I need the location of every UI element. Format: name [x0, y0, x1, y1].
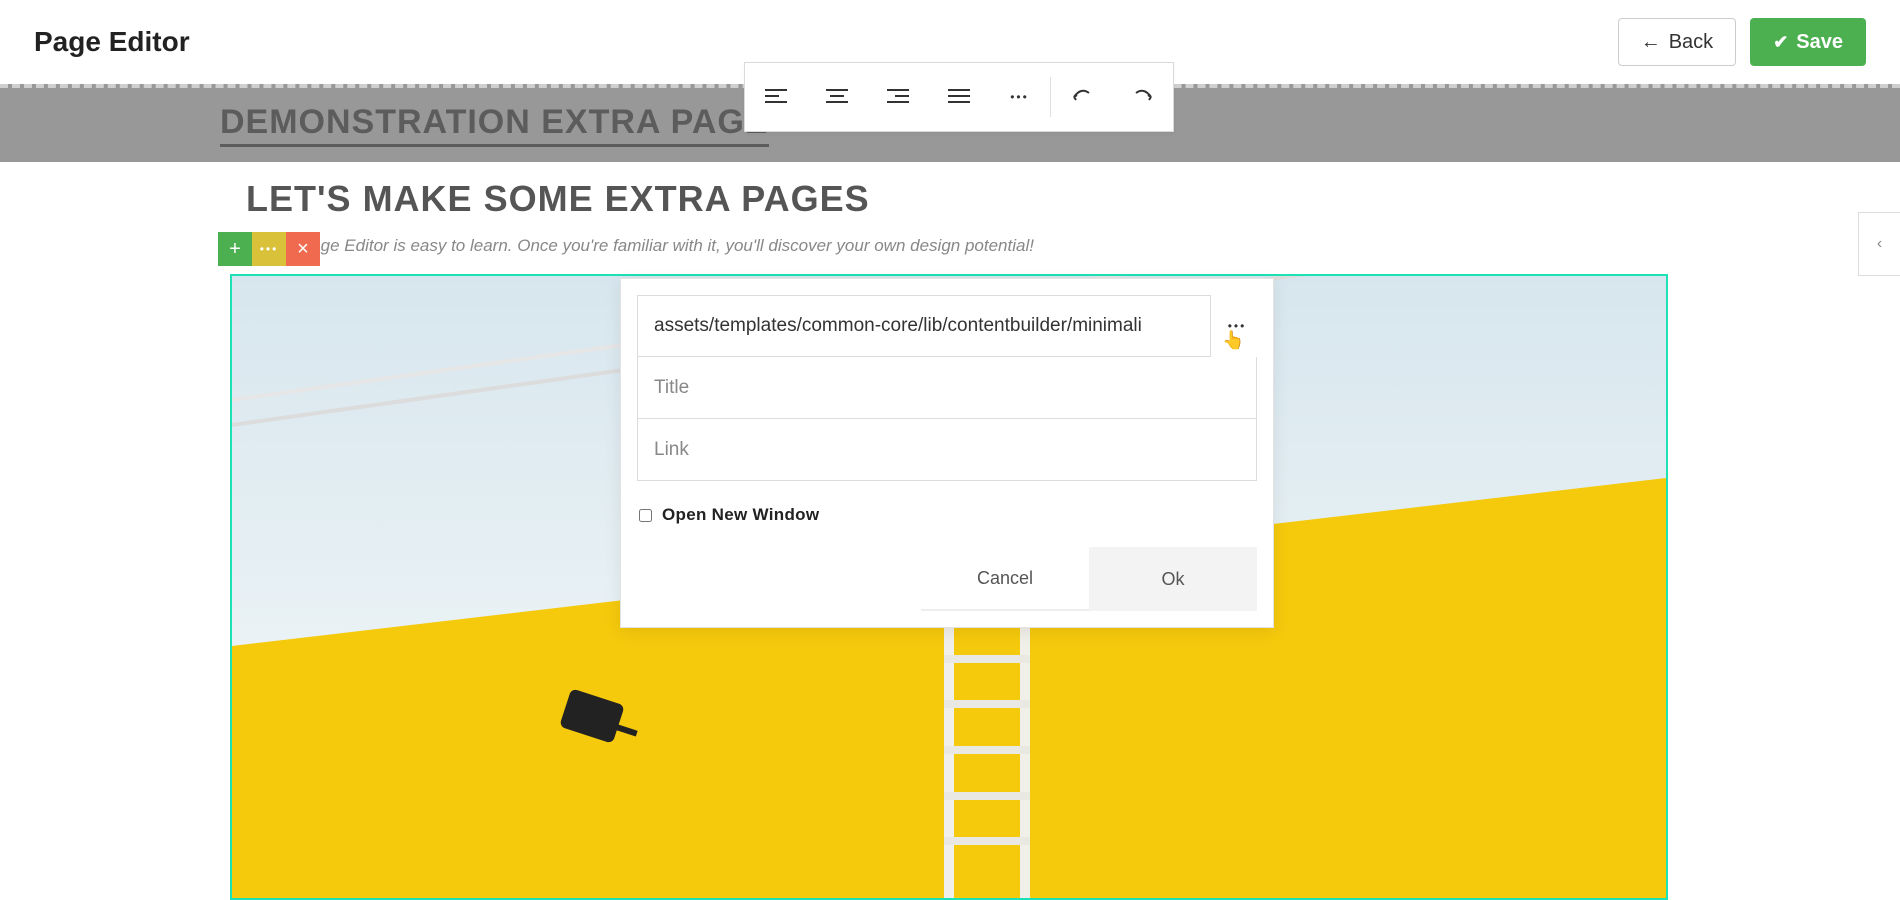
- toolbar-more-button[interactable]: •••: [989, 63, 1050, 131]
- align-justify-icon: [948, 88, 970, 106]
- side-panel-toggle[interactable]: ‹: [1858, 212, 1900, 276]
- cancel-button[interactable]: Cancel: [921, 547, 1089, 611]
- close-icon: ×: [297, 238, 309, 261]
- more-icon: •••: [1228, 319, 1247, 333]
- undo-button[interactable]: [1051, 63, 1112, 131]
- redo-button[interactable]: [1112, 63, 1173, 131]
- align-left-button[interactable]: [745, 63, 806, 131]
- page-title: Page Editor: [34, 26, 190, 58]
- arrow-left-icon: [1641, 31, 1661, 54]
- back-button[interactable]: Back: [1618, 18, 1736, 66]
- open-new-window-checkbox[interactable]: [639, 509, 652, 522]
- align-justify-button[interactable]: [928, 63, 989, 131]
- image-link-input[interactable]: [637, 419, 1257, 481]
- image-title-input[interactable]: [637, 357, 1257, 419]
- image-path-input[interactable]: [637, 295, 1211, 357]
- ok-button[interactable]: Ok: [1089, 547, 1257, 611]
- browse-more-button[interactable]: •••: [1217, 295, 1257, 357]
- section-heading[interactable]: LET'S MAKE SOME EXTRA PAGES: [246, 178, 1720, 220]
- save-button-label: Save: [1796, 31, 1843, 54]
- align-right-button[interactable]: [867, 63, 928, 131]
- align-center-icon: [826, 88, 848, 106]
- align-center-button[interactable]: [806, 63, 867, 131]
- back-button-label: Back: [1669, 31, 1713, 54]
- align-right-icon: [887, 88, 909, 106]
- format-toolbar: •••: [744, 62, 1174, 132]
- open-new-window-label[interactable]: Open New Window: [662, 505, 819, 525]
- block-options-button[interactable]: •••: [252, 232, 286, 266]
- undo-icon: [1071, 89, 1093, 105]
- content-section: LET'S MAKE SOME EXTRA PAGES 4Shop Page E…: [246, 178, 1720, 256]
- more-icon: •••: [1010, 90, 1029, 104]
- chevron-left-icon: ‹: [1877, 235, 1882, 253]
- redo-icon: [1132, 89, 1154, 105]
- image-settings-dialog: ••• Open New Window Cancel Ok: [620, 278, 1274, 628]
- section-intro[interactable]: 4Shop Page Editor is easy to learn. Once…: [246, 236, 1720, 256]
- save-button[interactable]: Save: [1750, 18, 1866, 66]
- banner-title: DEMONSTRATION EXTRA PAGE: [220, 103, 769, 147]
- plus-icon: +: [229, 238, 241, 261]
- block-controls: + ••• ×: [218, 232, 320, 266]
- add-block-button[interactable]: +: [218, 232, 252, 266]
- align-left-icon: [765, 88, 787, 106]
- check-icon: [1773, 31, 1788, 54]
- header-actions: Back Save: [1618, 18, 1866, 66]
- remove-block-button[interactable]: ×: [286, 232, 320, 266]
- more-icon: •••: [260, 242, 279, 256]
